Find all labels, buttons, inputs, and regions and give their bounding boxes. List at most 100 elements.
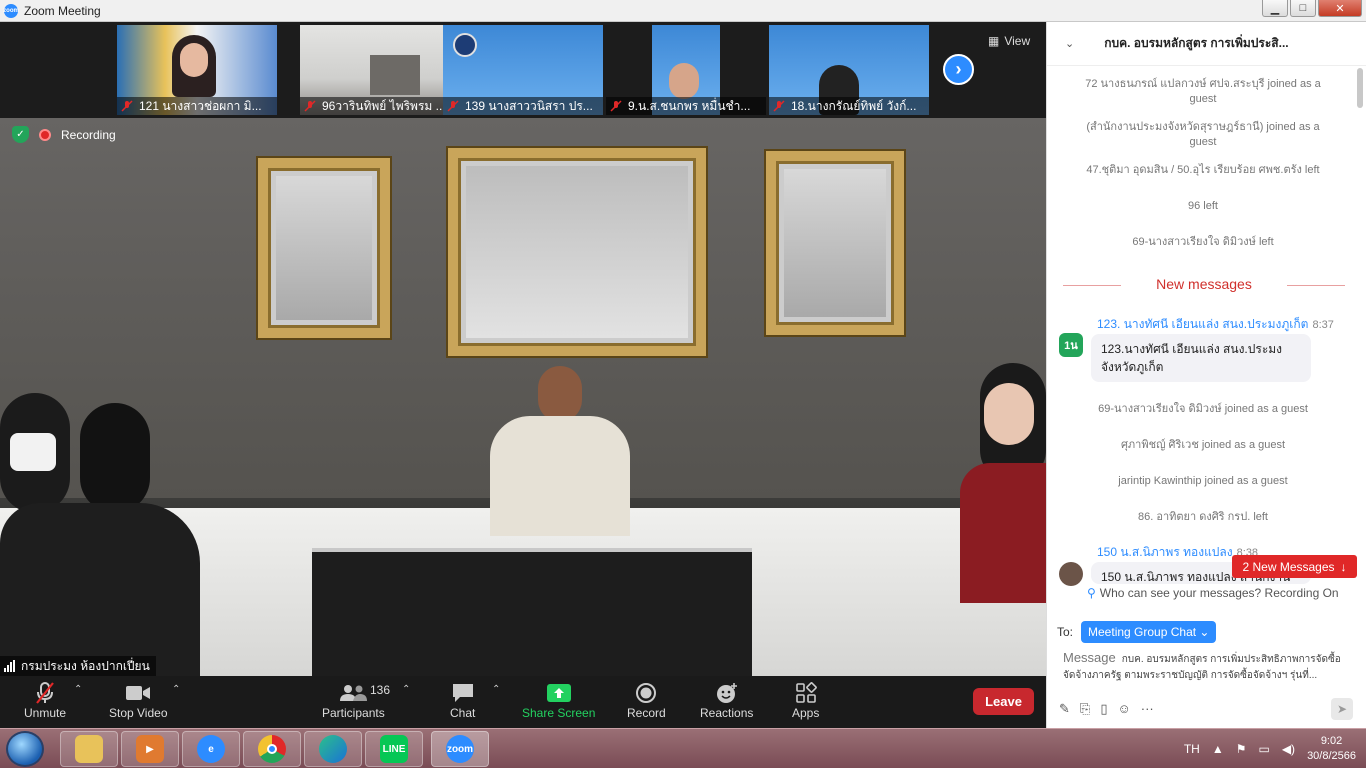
more-options-icon[interactable]: ··· (1141, 701, 1154, 717)
leave-button[interactable]: Leave (973, 688, 1034, 715)
participant-thumbnail[interactable]: 18.นางกรัณย์ทิพย์ วังก์... (769, 25, 929, 115)
message-input[interactable]: Message กบค. อบรมหลักสูตร การเพิ่มประสิทธ… (1063, 650, 1353, 684)
system-message: 86. อาทิตยา ดงศิริ กรป. left (1137, 511, 1268, 523)
recipient-value: Meeting Group Chat (1088, 625, 1197, 639)
video-options-caret-icon[interactable]: ⌃ (172, 684, 180, 695)
stop-video-button[interactable]: Stop Video (109, 680, 168, 720)
portrait-frame (766, 151, 904, 335)
avatar: 1น (1059, 333, 1083, 357)
thumbnail-name: 139 นางสาววนิสรา ปร... (443, 97, 603, 115)
apps-button[interactable]: Apps (792, 680, 819, 720)
stop-video-label: Stop Video (109, 706, 168, 720)
thumbnail-name: 18.นางกรัณย์ทิพย์ วังก์... (769, 97, 929, 115)
system-tray: TH ▲ ⚑ ▭ ◀) 9:02 30/8/2566 (1184, 729, 1356, 768)
attendee-right (940, 363, 1046, 676)
edge-icon (319, 735, 347, 763)
send-icon[interactable]: ➤ (1331, 698, 1353, 720)
share-screen-button[interactable]: Share Screen (522, 680, 595, 720)
clock[interactable]: 9:02 30/8/2566 (1307, 734, 1356, 764)
emoji-icon[interactable]: ☺ (1117, 701, 1130, 717)
record-button[interactable]: Record (627, 680, 666, 720)
mic-muted-icon (610, 100, 622, 112)
video-area: 121 นางสาวช่อผกา มิ... 96วารินทิพย์ ไพริ… (0, 22, 1046, 676)
message-sender[interactable]: 123. นางทัศนี เอียนแล่ง สนง.ประมงภูเก็ต 8… (1097, 315, 1334, 334)
view-label: View (1004, 34, 1031, 48)
new-messages-badge[interactable]: 2 New Messages ↓ (1232, 555, 1357, 578)
chevron-down-icon: ⌄ (1199, 625, 1210, 639)
sender-name: 150 น.ส.นิภาพร ทองแปลง (1097, 545, 1233, 559)
file-icon[interactable]: ▯ (1100, 701, 1107, 717)
volume-icon[interactable]: ◀) (1282, 742, 1295, 756)
record-icon (635, 680, 657, 706)
unmute-button[interactable]: Unmute (24, 680, 66, 720)
clock-date: 30/8/2566 (1307, 750, 1356, 762)
thumbnail-name: 121 นางสาวช่อผกา มิ... (117, 97, 277, 115)
format-text-icon[interactable]: ✎ (1059, 701, 1070, 717)
next-page-arrow-icon[interactable]: › (943, 54, 974, 85)
active-speaker-video: ✓ Recording กรมประมง ห้องปากเปี่ยน (0, 118, 1046, 676)
mic-muted-icon (121, 100, 133, 112)
minimize-button[interactable]: ▁ (1262, 0, 1288, 17)
participants-icon (338, 680, 368, 706)
participant-thumbnail[interactable]: 96วารินทิพย์ ไพริพรม ... (300, 25, 460, 115)
action-center-flag-icon[interactable]: ⚑ (1236, 742, 1247, 756)
mic-muted-icon (447, 100, 459, 112)
taskbar-line[interactable]: LINE (365, 731, 423, 767)
security-shield-icon[interactable]: ✓ (12, 126, 29, 143)
start-button[interactable] (6, 731, 44, 767)
language-indicator[interactable]: TH (1184, 742, 1200, 756)
reactions-button[interactable]: Reactions (700, 680, 753, 720)
taskbar-edge[interactable] (304, 731, 362, 767)
mic-muted-icon (34, 680, 56, 706)
show-hidden-icons-icon[interactable]: ▲ (1212, 742, 1224, 756)
apps-label: Apps (792, 706, 820, 720)
window-controls: ▁ □ ✕ (1262, 0, 1362, 18)
mic-muted-icon (773, 100, 785, 112)
taskbar-media-player[interactable]: ▶ (121, 731, 179, 767)
system-message: (สำนักงานประมงจังหวัดสุราษฎร์ธานี) joine… (1086, 121, 1320, 148)
system-message: jarintip Kawinthip joined as a guest (1118, 475, 1288, 487)
record-label: Record (627, 706, 666, 720)
system-message: 47.ชุติมา อุดมสิน / 50.อุไร เรียบร้อย ศพ… (1086, 164, 1320, 176)
who-can-see-text: Who can see your messages? Recording On (1099, 586, 1339, 600)
audio-options-caret-icon[interactable]: ⌃ (74, 684, 82, 695)
portrait-frame (258, 158, 390, 338)
chevron-down-icon[interactable]: ⌄ (1065, 37, 1074, 50)
apps-icon (795, 680, 817, 706)
meeting-toolbar: Unmute ⌃ Stop Video ⌃ Participants 136 ⌃… (0, 676, 1046, 728)
speaker-name-badge: กรมประมง ห้องปากเปี่ยน (0, 656, 156, 676)
who-can-see-notice[interactable]: ⚲ Who can see your messages? Recording On (1087, 586, 1339, 600)
recording-indicator[interactable]: ✓ Recording (12, 126, 116, 143)
chat-label: Chat (450, 706, 476, 720)
participants-count: 136 (370, 683, 391, 697)
taskbar-file-explorer[interactable] (60, 731, 118, 767)
zoom-logo-icon: zoom (3, 3, 19, 18)
participant-thumbnail[interactable]: 121 นางสาวช่อผกา มิ... (117, 25, 277, 115)
clock-time: 9:02 (1320, 735, 1343, 747)
thumbnail-name: 96วารินทิพย์ ไพริพรม ... (300, 97, 460, 115)
taskbar-zoom[interactable]: zoom (431, 731, 489, 767)
unmute-label: Unmute (24, 706, 67, 720)
participants-options-caret-icon[interactable]: ⌃ (402, 684, 410, 695)
system-message: 69-นางสาวเรียงใจ ดิมิวงษ์ left (1132, 236, 1274, 248)
chat-button[interactable]: Chat (450, 680, 475, 720)
screenshot-icon[interactable]: ⎘ (1080, 701, 1090, 717)
zoom-app-icon: zoom (446, 735, 474, 763)
grid-view-icon: ▦ (988, 34, 1000, 48)
thumbnail-name: 9.น.ส.ชนกพร หมื่นชำ... (606, 97, 766, 115)
message-bubble[interactable]: 123.นางทัศนี เอียนแล่ง สนง.ประมงจังหวัดภ… (1091, 334, 1311, 382)
participant-thumbnail[interactable]: 139 นางสาววนิสรา ปร... (443, 25, 603, 115)
windows-taskbar: ▶ e LINE zoom TH ▲ ⚑ ▭ ◀) 9:02 30/8/2566 (0, 728, 1366, 768)
taskbar-internet-explorer[interactable]: e (182, 731, 240, 767)
network-icon[interactable]: ▭ (1258, 742, 1269, 756)
maximize-button[interactable]: □ (1290, 0, 1316, 17)
participant-thumbnail[interactable]: 9.น.ส.ชนกพร หมื่นชำ... (606, 25, 766, 115)
chat-scrollbar[interactable] (1357, 68, 1363, 108)
recipient-select[interactable]: Meeting Group Chat ⌄ (1081, 621, 1217, 643)
chat-input-toolbar: ✎ ⎘ ▯ ☺ ··· (1059, 701, 1154, 717)
chat-options-caret-icon[interactable]: ⌃ (492, 684, 500, 695)
close-button[interactable]: ✕ (1318, 0, 1362, 17)
internet-explorer-icon: e (197, 735, 225, 763)
view-button[interactable]: ▦ View (988, 34, 1030, 48)
taskbar-chrome[interactable] (243, 731, 301, 767)
